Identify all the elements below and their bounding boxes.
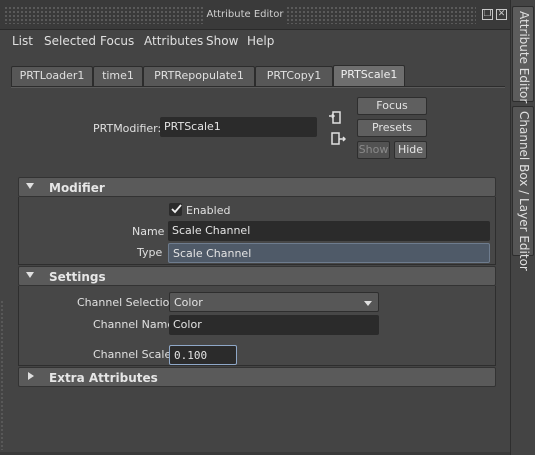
name-label: Name bbox=[132, 225, 165, 238]
type-field[interactable]: Scale Channel bbox=[168, 243, 490, 263]
collapse-triangle-icon bbox=[26, 183, 34, 189]
enabled-checkbox[interactable] bbox=[169, 203, 182, 216]
type-label: Type bbox=[137, 246, 163, 259]
menu-show[interactable]: Show bbox=[206, 34, 238, 48]
hide-button[interactable]: Hide bbox=[394, 141, 427, 159]
menu-bar: List Selected Focus Attributes Show Help bbox=[0, 30, 510, 52]
restore-icon[interactable]: ❐ bbox=[482, 9, 493, 20]
name-field[interactable]: Scale Channel bbox=[168, 221, 490, 241]
menu-help[interactable]: Help bbox=[247, 34, 274, 48]
node-name-field[interactable]: PRTScale1 bbox=[160, 117, 317, 137]
side-tab-channel-box-label: Channel Box / Layer Editor bbox=[517, 111, 531, 271]
modifier-section-header[interactable]: Modifier bbox=[18, 177, 496, 197]
side-tab-attribute-editor-label: Attribute Editor bbox=[517, 11, 531, 104]
panel-resize-grip[interactable] bbox=[0, 300, 4, 450]
title-bar: Attribute Editor ❐ ✕ bbox=[0, 0, 510, 30]
channel-selection-label: Channel Selection bbox=[77, 296, 177, 309]
settings-header-label: Settings bbox=[49, 270, 106, 284]
menu-attributes[interactable]: Attributes bbox=[144, 34, 203, 48]
menu-list[interactable]: List bbox=[12, 34, 33, 48]
channel-scale-label: Channel Scale bbox=[93, 348, 172, 361]
tab-prtrepopulate1[interactable]: PRTRepopulate1 bbox=[143, 66, 255, 86]
output-connection-icon[interactable] bbox=[330, 131, 347, 147]
window-title: Attribute Editor bbox=[206, 9, 284, 20]
channel-selection-value: Color bbox=[174, 296, 203, 309]
tab-divider-highlight bbox=[11, 87, 505, 88]
title-grip-right bbox=[286, 6, 476, 24]
channel-name-field[interactable]: Color bbox=[169, 315, 379, 335]
chevron-down-icon bbox=[364, 301, 372, 306]
tab-prtscale1[interactable]: PRTScale1 bbox=[333, 65, 405, 86]
title-grip-left bbox=[4, 6, 204, 24]
channel-scale-field[interactable]: 0.100 bbox=[169, 345, 237, 365]
enabled-label: Enabled bbox=[186, 204, 231, 217]
extra-attributes-header-label: Extra Attributes bbox=[49, 371, 158, 385]
channel-selection-dropdown[interactable]: Color bbox=[169, 292, 379, 312]
collapse-triangle-icon bbox=[26, 272, 34, 278]
prtmodifier-label: PRTModifier: bbox=[93, 122, 162, 135]
side-tab-attribute-editor[interactable]: Attribute Editor bbox=[512, 6, 534, 104]
extra-attributes-section-header[interactable]: Extra Attributes bbox=[18, 367, 496, 387]
focus-button[interactable]: Focus bbox=[357, 97, 427, 115]
show-button[interactable]: Show bbox=[357, 141, 390, 159]
tab-time1[interactable]: time1 bbox=[93, 66, 143, 86]
presets-button[interactable]: Presets bbox=[357, 119, 427, 137]
side-tab-bar: Attribute Editor Channel Box / Layer Edi… bbox=[510, 0, 535, 455]
side-tab-channel-box[interactable]: Channel Box / Layer Editor bbox=[512, 106, 534, 271]
input-connection-icon[interactable] bbox=[328, 110, 344, 126]
settings-section-header[interactable]: Settings bbox=[18, 266, 496, 286]
channel-name-label: Channel Name bbox=[93, 318, 175, 331]
tab-prtloader1[interactable]: PRTLoader1 bbox=[11, 66, 93, 86]
expand-triangle-icon bbox=[28, 372, 34, 380]
tab-prtcopy1[interactable]: PRTCopy1 bbox=[255, 66, 333, 86]
menu-selected[interactable]: Selected bbox=[44, 34, 96, 48]
modifier-header-label: Modifier bbox=[49, 181, 105, 195]
menu-focus[interactable]: Focus bbox=[100, 34, 134, 48]
close-icon[interactable]: ✕ bbox=[496, 9, 507, 20]
